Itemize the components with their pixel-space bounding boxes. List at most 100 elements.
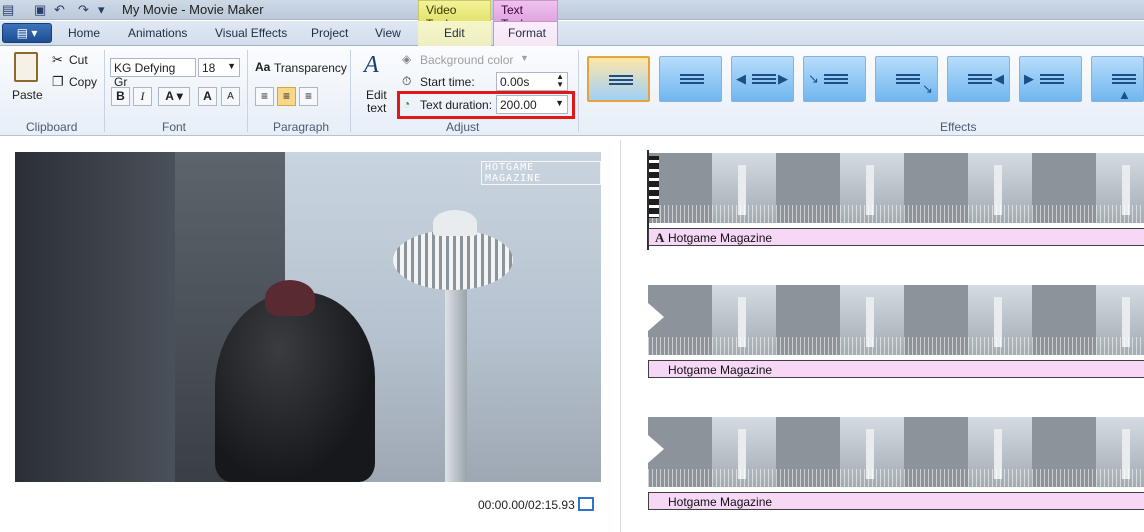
arrow-down-right-icon: ↘	[922, 81, 933, 96]
paint-bucket-icon: ◈	[402, 52, 412, 66]
effect-lines-icon	[824, 78, 848, 80]
group-separator	[350, 50, 351, 132]
transparency-icon: Aa	[255, 60, 271, 74]
preview-person	[215, 292, 375, 482]
ribbon: Paste ✂ Cut ❐ Copy Clipboard KG Defying …	[0, 46, 1144, 136]
audio-waveform	[648, 469, 1144, 487]
text-duration-select[interactable]: 200.00 ▼	[496, 95, 568, 114]
preview-tower-cap	[433, 210, 477, 236]
italic-button[interactable]: I	[133, 87, 152, 106]
paste-label: Paste	[12, 88, 43, 102]
app-menu-button[interactable]: ▤ ▾	[2, 23, 52, 43]
redo-icon[interactable]: ↷	[78, 2, 89, 18]
transparency-label: Transparency	[274, 61, 347, 75]
video-tools-group-label: Video Tools	[418, 0, 491, 31]
font-family-select[interactable]: KG Defying Gr	[110, 58, 196, 89]
bold-button[interactable]: B	[111, 87, 130, 106]
align-left-button[interactable]: ≡	[255, 87, 274, 106]
popout-preview-icon[interactable]	[578, 497, 594, 511]
group-separator	[104, 50, 105, 132]
align-center-button[interactable]: ≡	[277, 87, 296, 106]
shrink-font-letter: A	[227, 91, 234, 102]
start-time-input[interactable]: 0.00s ▲ ▼	[496, 72, 568, 91]
pane-divider[interactable]	[620, 140, 621, 532]
text-duration-label: Text duration:	[420, 98, 493, 112]
stopwatch-icon: ⏱	[402, 74, 412, 88]
video-preview[interactable]: HOTGAME MAGAZINE	[15, 152, 601, 482]
caption-bar[interactable]: Hotgame Magazine	[648, 492, 1144, 510]
quick-access-dropdown-icon[interactable]: ▾	[98, 2, 105, 18]
edit-text-label-line2: text	[367, 101, 387, 115]
align-right-button[interactable]: ≡	[299, 87, 318, 106]
copy-button[interactable]: ❐ Copy	[50, 74, 100, 92]
audio-waveform	[648, 205, 1144, 223]
tab-animations[interactable]: Animations	[128, 26, 187, 40]
tab-view[interactable]: View	[375, 26, 401, 40]
start-time-label: Start time:	[420, 75, 475, 89]
paragraph-group-label: Paragraph	[273, 120, 330, 134]
shrink-font-button[interactable]: A	[221, 87, 240, 106]
effects-group-label: Effects	[940, 120, 977, 134]
tab-format[interactable]: Format	[508, 26, 546, 40]
tab-project[interactable]: Project	[311, 26, 348, 40]
chevron-down-icon: ▼	[520, 53, 529, 63]
effect-tilt[interactable]: ↘	[875, 56, 938, 102]
start-time-value: 0.00s	[500, 75, 530, 89]
transparency-button[interactable]: Aa Transparency	[255, 60, 347, 78]
edit-text-label-line1: Edit	[366, 88, 387, 102]
storyboard-clip[interactable]	[648, 285, 1144, 355]
caption-bar[interactable]: Hotgame Magazine	[648, 360, 1144, 378]
storyboard-clip[interactable]	[648, 153, 1144, 223]
caption-text-icon: A	[655, 230, 665, 245]
caption-text: Hotgame Magazine	[668, 231, 773, 245]
effect-lines-icon	[1040, 78, 1064, 80]
effect-swing[interactable]: ↘	[803, 56, 866, 102]
effect-fly-right[interactable]: ▶	[1019, 56, 1082, 102]
chevron-down-icon: ▼	[227, 61, 236, 71]
paste-icon	[14, 52, 38, 82]
chevron-down-icon: ▼	[555, 98, 564, 108]
transition-notch-icon	[648, 303, 664, 331]
cut-label: Cut	[69, 53, 88, 67]
arrow-right-icon: ▶	[1024, 71, 1034, 86]
effect-lines-icon	[609, 79, 633, 81]
effect-stretch[interactable]: ◀ ▶	[731, 56, 794, 102]
app-icon: ▤	[2, 2, 15, 17]
preview-hat	[265, 280, 315, 316]
font-family-value: KG Defying Gr	[114, 61, 176, 89]
effect-fade[interactable]	[659, 56, 722, 102]
adjust-group-label: Adjust	[446, 120, 480, 134]
caption-bar[interactable]: A Hotgame Magazine	[648, 228, 1144, 246]
font-color-button[interactable]: A ▾	[158, 87, 190, 106]
paste-button[interactable]: Paste	[8, 52, 44, 102]
preview-text-overlay: HOTGAME MAGAZINE	[481, 161, 601, 185]
spinner-icon[interactable]: ▲ ▼	[556, 73, 564, 89]
effect-fly-left[interactable]: ◀	[947, 56, 1010, 102]
grow-font-button[interactable]: A	[198, 87, 217, 106]
storyboard-clip[interactable]	[648, 417, 1144, 487]
effect-lines-icon	[680, 78, 704, 80]
transition-notch-icon	[648, 435, 664, 463]
font-size-value: 18	[202, 61, 216, 75]
font-group-label: Font	[162, 120, 187, 134]
background-color-button[interactable]: ◈ Background color ▼	[402, 52, 530, 70]
effect-none[interactable]	[587, 56, 650, 102]
caption-text: Hotgame Magazine	[668, 495, 773, 509]
effect-fly-up[interactable]: ▲	[1091, 56, 1144, 102]
clipboard-group-label: Clipboard	[26, 120, 78, 134]
undo-icon[interactable]: ↶	[54, 2, 65, 18]
cut-button[interactable]: ✂ Cut	[50, 52, 100, 70]
save-icon[interactable]: ▣	[34, 2, 46, 18]
edit-text-button[interactable]: A Edit text	[360, 52, 394, 118]
group-separator	[247, 50, 248, 132]
tab-home[interactable]: Home	[68, 26, 100, 40]
effect-lines-icon	[968, 78, 992, 80]
arrow-left-icon: ◀	[736, 71, 746, 86]
grow-font-letter: A	[203, 89, 212, 103]
tab-edit[interactable]: Edit	[444, 26, 465, 40]
font-size-select[interactable]: 18 ▼	[198, 58, 240, 77]
preview-tower-top	[393, 230, 513, 290]
text-tools-group-label: Text Tools	[493, 0, 558, 31]
background-color-label: Background color	[420, 53, 514, 67]
tab-visual-effects[interactable]: Visual Effects	[215, 26, 287, 40]
